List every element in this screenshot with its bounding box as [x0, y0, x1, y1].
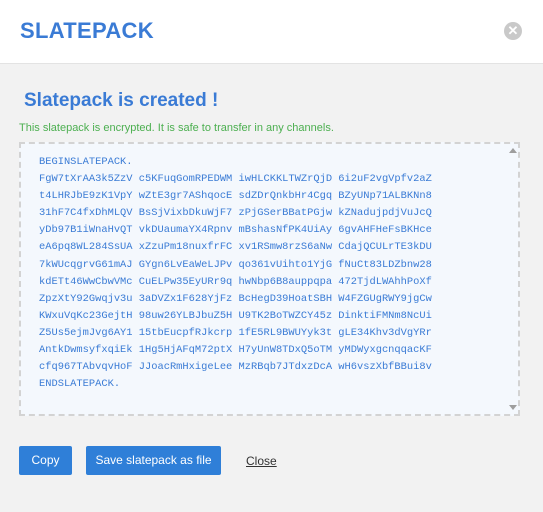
- slatepack-line: FgW7tXrAA3k5ZzV c5KFuqGomRPEDWM iwHLCKKL…: [39, 173, 432, 186]
- slatepack-line: KWxuVqKc23GejtH 98uw26YLBJbuZ5H U9TK2BoT…: [39, 309, 432, 322]
- slatepack-line: AntkDwmsyfxqiEk 1Hg5HjAFqM72ptX H7yUnW8T…: [39, 344, 432, 357]
- encryption-info-text: This slatepack is encrypted. It is safe …: [19, 122, 334, 134]
- slatepack-line: kdETt46WwCbwVMc CuELPw35EyURr9q hwNbp6B8…: [39, 275, 432, 288]
- slatepack-line: ZpzXtY92Gwqjv3u 3aDVZx1F628YjFz BcHegD39…: [39, 292, 432, 305]
- slatepack-line: 7kWUcqgrvG61mAJ GYgn6LvEaWeLJPv qo361vUi…: [39, 258, 432, 271]
- slatepack-content[interactable]: BEGINSLATEPACK. FgW7tXrAA3k5ZzV c5KFuqGom…: [39, 154, 502, 406]
- slatepack-line: ENDSLATEPACK.: [39, 378, 121, 391]
- slatepack-dialog: SLATEPACK ✕ Slatepack is created ! This …: [0, 0, 543, 512]
- dialog-header: SLATEPACK ✕: [0, 0, 543, 64]
- slatepack-textarea[interactable]: BEGINSLATEPACK. FgW7tXrAA3k5ZzV c5KFuqGom…: [19, 142, 520, 416]
- dialog-title: SLATEPACK: [20, 18, 154, 43]
- scroll-up-icon[interactable]: [509, 148, 517, 153]
- slatepack-line: t4LHRJbE9zK1VpY wZtE3gr7AShqocE sdZDrQnk…: [39, 190, 432, 203]
- copy-button[interactable]: Copy: [19, 446, 72, 475]
- scrollbar[interactable]: [508, 144, 518, 414]
- slatepack-line: Z5Us5ejmJvg6AY1 15tbEucpfRJkcrp 1fE5RL9B…: [39, 326, 432, 339]
- close-link[interactable]: Close: [246, 454, 277, 468]
- close-icon[interactable]: ✕: [504, 22, 522, 40]
- slatepack-line: cfq967TAbvqvHoF JJoacRmHxigeLee MzRBqb7J…: [39, 361, 432, 374]
- created-heading: Slatepack is created !: [24, 90, 219, 111]
- slatepack-line: BEGINSLATEPACK.: [39, 156, 133, 168]
- scroll-down-icon[interactable]: [509, 405, 517, 410]
- slatepack-line: yDb97B1iWnaHvQT vkDUaumaYX4Rpnv mBshasNf…: [39, 224, 432, 237]
- slatepack-line: 31hF7C4fxDhMLQV BsSjVixbDkuWjF7 zPjGSerB…: [39, 207, 432, 220]
- save-slatepack-button[interactable]: Save slatepack as file: [86, 446, 221, 475]
- slatepack-line: eA6pq8WL284SsUA xZzuPm18nuxfrFC xv1RSmw8…: [39, 241, 432, 254]
